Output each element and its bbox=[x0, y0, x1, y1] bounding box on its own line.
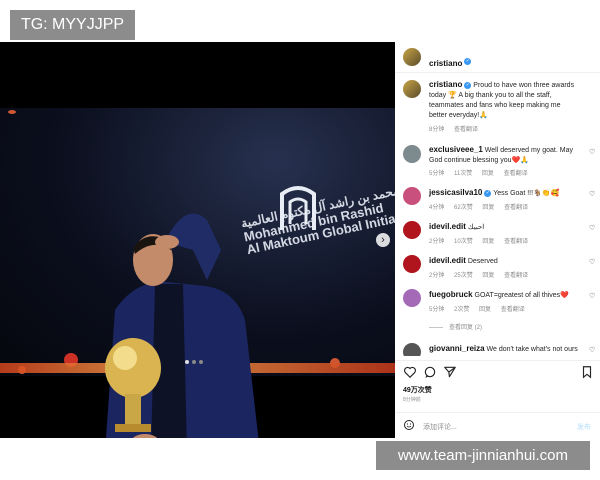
comment-username[interactable]: idevil.edit bbox=[429, 256, 466, 265]
commenter-avatar[interactable] bbox=[403, 187, 421, 205]
comment-likes[interactable]: 11次赞 bbox=[454, 171, 472, 177]
reply-link[interactable]: 回复 bbox=[482, 205, 494, 211]
verified-badge-icon: ✓ bbox=[464, 81, 472, 89]
post-sidebar: cristiano ✓ cristiano ✓ Proud to have won … bbox=[395, 42, 600, 438]
carousel-dots bbox=[185, 360, 203, 364]
comment-time: 4分钟 bbox=[429, 205, 445, 211]
see-translation-link[interactable]: 查看翻译 bbox=[454, 127, 478, 133]
see-translation-link[interactable]: 查看翻译 bbox=[504, 273, 528, 279]
like-heart-icon[interactable] bbox=[403, 365, 417, 379]
like-count[interactable]: 49万次赞 bbox=[403, 385, 432, 395]
comment-username[interactable]: idevil.edit bbox=[429, 222, 466, 231]
save-bookmark-icon[interactable] bbox=[580, 365, 594, 379]
commenter-avatar[interactable] bbox=[403, 289, 421, 307]
comment-bubble-icon[interactable] bbox=[423, 365, 437, 379]
verified-badge-icon: ✓ bbox=[484, 189, 492, 197]
add-comment-bar: 添加评论... 发布 bbox=[395, 412, 600, 439]
see-translation-link[interactable]: 查看翻译 bbox=[504, 239, 528, 245]
post-actions bbox=[395, 360, 600, 381]
post-time: 8分钟前 bbox=[403, 397, 421, 403]
player-figure bbox=[105, 213, 259, 438]
comment-text: احبيك bbox=[467, 224, 485, 231]
comment-text: Deserved bbox=[467, 258, 498, 265]
comment-username[interactable]: fuegobruck bbox=[429, 290, 473, 299]
see-translation-link[interactable]: 查看翻译 bbox=[504, 205, 528, 211]
see-translation-link[interactable]: 查看翻译 bbox=[501, 307, 525, 313]
caption-username[interactable]: cristiano bbox=[429, 80, 462, 89]
reply-link[interactable]: 回复 bbox=[479, 307, 491, 313]
comment-time: 5分钟 bbox=[429, 171, 445, 177]
emoji-icon[interactable] bbox=[403, 419, 415, 431]
author-avatar[interactable] bbox=[403, 48, 421, 66]
commenter-avatar[interactable] bbox=[403, 145, 421, 163]
like-comment-heart-icon[interactable]: ♡ bbox=[589, 258, 595, 266]
instagram-post: مؤسسة محمد بن راشد آل مكتوم العالمية Moh… bbox=[0, 42, 600, 438]
commenter-avatar[interactable] bbox=[403, 255, 421, 273]
view-replies-link[interactable]: 查看回复 (2) bbox=[429, 322, 482, 331]
post-comment-button[interactable]: 发布 bbox=[577, 422, 591, 432]
comment-likes[interactable]: 2次赞 bbox=[454, 307, 469, 313]
top-watermark: TG: MYYJJPP bbox=[10, 10, 135, 40]
comment-item: giovanni_reiza We don't take what's not … bbox=[395, 342, 600, 356]
caption-time: 8分钟 bbox=[429, 127, 445, 133]
author-username[interactable]: cristiano bbox=[429, 59, 462, 68]
comment-likes[interactable]: 10次赞 bbox=[454, 239, 473, 245]
comment-text: Yess Goat !!!🐐👏🥰 bbox=[493, 190, 560, 197]
caption-avatar[interactable] bbox=[403, 80, 421, 98]
commenter-avatar[interactable] bbox=[403, 343, 421, 356]
commenter-avatar[interactable] bbox=[403, 221, 421, 239]
like-comment-heart-icon[interactable]: ♡ bbox=[589, 292, 595, 300]
post-media: مؤسسة محمد بن راشد آل مكتوم العالمية Moh… bbox=[0, 42, 395, 438]
comment-time: 2分钟 bbox=[429, 273, 445, 279]
reply-link[interactable]: 回复 bbox=[482, 239, 494, 245]
like-comment-heart-icon[interactable]: ♡ bbox=[589, 346, 595, 354]
comment-time: 2分钟 bbox=[429, 239, 445, 245]
like-comment-heart-icon[interactable]: ♡ bbox=[589, 224, 595, 232]
like-comment-heart-icon[interactable]: ♡ bbox=[589, 190, 595, 198]
reply-link[interactable]: 回复 bbox=[482, 273, 494, 279]
post-photo: مؤسسة محمد بن راشد آل مكتوم العالمية Moh… bbox=[0, 108, 395, 438]
comment-username[interactable]: exclusiveee_1 bbox=[429, 145, 483, 154]
comment-username[interactable]: jessicasilva10 bbox=[429, 188, 482, 197]
comment-likes[interactable]: 25次赞 bbox=[454, 273, 473, 279]
next-image-button[interactable]: › bbox=[376, 233, 390, 247]
comment-username[interactable]: giovanni_reiza bbox=[429, 344, 485, 353]
post-header: cristiano ✓ bbox=[395, 42, 600, 73]
comment-input[interactable]: 添加评论... bbox=[423, 422, 457, 432]
see-translation-link[interactable]: 查看翻译 bbox=[504, 171, 528, 177]
bottom-watermark: www.team-jinnianhui.com bbox=[376, 441, 590, 470]
comment-likes[interactable]: 62次赞 bbox=[454, 205, 473, 211]
verified-badge-icon: ✓ bbox=[464, 58, 472, 66]
reply-link[interactable]: 回复 bbox=[482, 171, 494, 177]
like-comment-heart-icon[interactable]: ♡ bbox=[589, 148, 595, 156]
share-send-icon[interactable] bbox=[443, 365, 457, 379]
comment-time: 5分钟 bbox=[429, 307, 445, 313]
comment-text: GOAT=greatest of all thives❤️ bbox=[474, 292, 569, 299]
comment-text: We don't take what's not ours bbox=[486, 346, 578, 353]
